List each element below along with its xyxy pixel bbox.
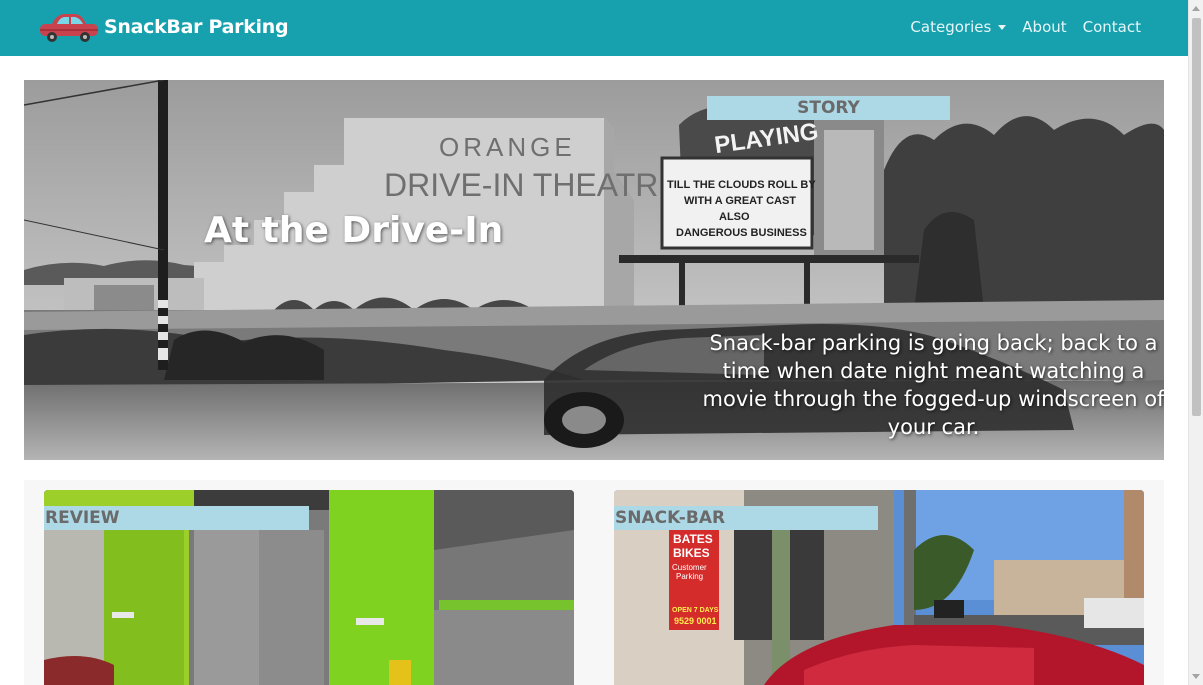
marquee-line1: TILL THE CLOUDS ROLL BY	[667, 179, 816, 191]
car-logo-icon	[40, 14, 98, 42]
hero-description: Snack-bar parking is going back; back to…	[702, 331, 1164, 439]
nav-about[interactable]: About	[1022, 18, 1066, 36]
page-scrollbar[interactable]	[1188, 0, 1203, 685]
category-badge-review[interactable]: REVIEW	[44, 506, 309, 530]
brand-link[interactable]: SnackBar Parking	[38, 10, 289, 44]
brand-name: SnackBar Parking	[104, 16, 289, 38]
category-badge-snack-bar[interactable]: SNACK-BAR	[614, 506, 878, 530]
category-badge-story[interactable]: STORY	[707, 96, 950, 120]
nav-categories-dropdown[interactable]: Categories	[910, 18, 1007, 36]
parking-sign-line1: Customer	[672, 563, 707, 572]
shop-sign-line1: BATES	[673, 532, 713, 546]
theatre-sign-line2: DRIVE-IN THEATRE	[384, 167, 680, 203]
open-days-sign: OPEN 7 DAYS	[672, 607, 719, 614]
shop-sign-line2: BIKES	[673, 546, 710, 560]
marquee-line4: DANGEROUS BUSINESS	[676, 227, 807, 239]
nav-contact[interactable]: Contact	[1083, 18, 1141, 36]
nav-categories-label: Categories	[910, 18, 992, 36]
marquee-line2: WITH A GREAT CAST	[684, 195, 796, 207]
nav-links: Categories About Contact	[894, 18, 1141, 36]
article-cards-section: REVIEW BATES BIKES Customer Parking OPEN…	[24, 480, 1164, 685]
parking-sign-line2: Parking	[676, 572, 703, 581]
scrollbar-thumb[interactable]	[1192, 18, 1201, 416]
snackbar-article-card[interactable]: BATES BIKES Customer Parking OPEN 7 DAYS…	[614, 490, 1144, 685]
hero-title[interactable]: At the Drive-In	[204, 210, 503, 251]
phone-sign: 9529 0001	[674, 616, 717, 626]
caret-down-icon	[998, 24, 1007, 30]
top-navbar: SnackBar Parking Categories About Contac…	[0, 0, 1188, 56]
review-article-card[interactable]: REVIEW	[44, 490, 574, 685]
hero-story-card[interactable]: ORANGE DRIVE-IN THEATRE PLAYING TILL THE…	[24, 80, 1164, 460]
theatre-sign-line1: ORANGE	[439, 132, 576, 162]
scroll-up-arrow-icon[interactable]	[1192, 6, 1200, 11]
scroll-down-arrow-icon[interactable]	[1192, 674, 1200, 679]
marquee-line3: ALSO	[719, 211, 750, 223]
